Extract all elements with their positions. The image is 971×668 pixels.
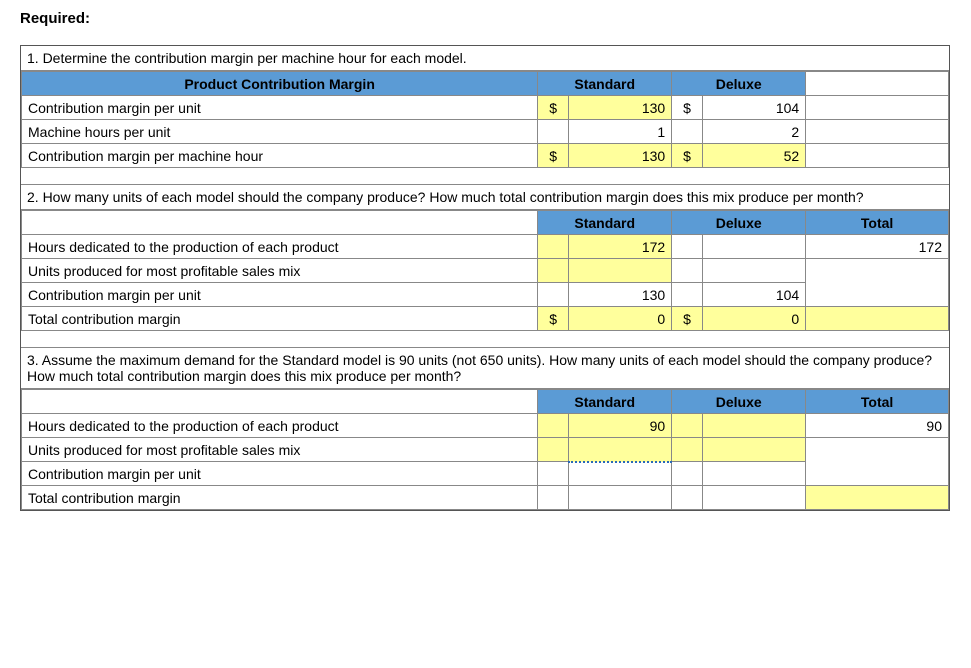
table-section1: Product Contribution Margin Standard Del… (21, 71, 949, 168)
deluxe-value[interactable]: 0 (702, 307, 805, 331)
row-label: Total contribution margin (22, 307, 538, 331)
deluxe-value: 2 (702, 120, 805, 144)
standard-value[interactable] (568, 259, 671, 283)
standard-currency[interactable] (538, 438, 569, 462)
standard-value (568, 486, 671, 510)
blank-cell (806, 120, 949, 144)
standard-value[interactable] (568, 438, 671, 462)
deluxe-currency (672, 259, 703, 283)
total-value (806, 438, 949, 462)
standard-currency (538, 120, 569, 144)
total-value: 90 (806, 414, 949, 438)
deluxe-currency[interactable]: $ (672, 307, 703, 331)
main-container: 1. Determine the contribution margin per… (20, 45, 950, 511)
col-header-blank (806, 72, 949, 96)
row-label: Contribution margin per unit (22, 96, 538, 120)
deluxe-value: 104 (702, 283, 805, 307)
col-header-deluxe: Deluxe (672, 211, 806, 235)
deluxe-value: 104 (702, 96, 805, 120)
total-value[interactable] (806, 486, 949, 510)
row-label: Units produced for most profitable sales… (22, 259, 538, 283)
col-header-total: Total (806, 390, 949, 414)
standard-currency (538, 462, 569, 486)
standard-currency[interactable] (538, 235, 569, 259)
col-header-standard: Standard (538, 211, 672, 235)
standard-value[interactable]: 90 (568, 414, 671, 438)
question-2: 2. How many units of each model should t… (21, 184, 949, 210)
deluxe-currency (672, 235, 703, 259)
standard-value: 130 (568, 283, 671, 307)
table-section3: Standard Deluxe Total Hours dedicated to… (21, 389, 949, 510)
col-header-standard: Standard (538, 72, 672, 96)
row-label: Machine hours per unit (22, 120, 538, 144)
deluxe-value (702, 486, 805, 510)
deluxe-currency (672, 120, 703, 144)
col-header-deluxe: Deluxe (672, 390, 806, 414)
standard-value (568, 462, 671, 486)
total-value (806, 283, 949, 307)
col-header-total: Total (806, 211, 949, 235)
deluxe-currency (672, 486, 703, 510)
deluxe-value[interactable] (702, 414, 805, 438)
blank-cell (806, 144, 949, 168)
standard-currency[interactable]: $ (538, 144, 569, 168)
total-value[interactable] (806, 307, 949, 331)
row-label: Total contribution margin (22, 486, 538, 510)
col-header-standard: Standard (538, 390, 672, 414)
row-label: Contribution margin per unit (22, 283, 538, 307)
deluxe-currency[interactable] (672, 414, 703, 438)
standard-value[interactable]: 130 (568, 96, 671, 120)
col-header-blank-label (22, 390, 538, 414)
deluxe-value[interactable] (702, 438, 805, 462)
row-label: Units produced for most profitable sales… (22, 438, 538, 462)
total-value: 172 (806, 235, 949, 259)
standard-value[interactable]: 0 (568, 307, 671, 331)
deluxe-value (702, 235, 805, 259)
col-header-pcm: Product Contribution Margin (22, 72, 538, 96)
standard-currency[interactable] (538, 259, 569, 283)
total-value (806, 259, 949, 283)
standard-currency (538, 486, 569, 510)
standard-currency[interactable]: $ (538, 307, 569, 331)
blank-cell (806, 96, 949, 120)
col-header-deluxe: Deluxe (672, 72, 806, 96)
total-value (806, 462, 949, 486)
table-section2: Standard Deluxe Total Hours dedicated to… (21, 210, 949, 331)
deluxe-currency: $ (672, 96, 703, 120)
standard-currency[interactable]: $ (538, 96, 569, 120)
standard-currency[interactable] (538, 414, 569, 438)
deluxe-currency (672, 462, 703, 486)
question-3: 3. Assume the maximum demand for the Sta… (21, 347, 949, 389)
standard-value[interactable]: 130 (568, 144, 671, 168)
standard-currency (538, 283, 569, 307)
standard-value[interactable]: 172 (568, 235, 671, 259)
page-heading: Required: (20, 10, 951, 27)
col-header-blank-label (22, 211, 538, 235)
row-label: Contribution margin per unit (22, 462, 538, 486)
row-label: Hours dedicated to the production of eac… (22, 235, 538, 259)
deluxe-value (702, 462, 805, 486)
row-label: Hours dedicated to the production of eac… (22, 414, 538, 438)
row-label: Contribution margin per machine hour (22, 144, 538, 168)
question-1: 1. Determine the contribution margin per… (21, 46, 949, 71)
deluxe-value (702, 259, 805, 283)
deluxe-currency[interactable] (672, 438, 703, 462)
standard-value: 1 (568, 120, 671, 144)
deluxe-value[interactable]: 52 (702, 144, 805, 168)
deluxe-currency (672, 283, 703, 307)
deluxe-currency[interactable]: $ (672, 144, 703, 168)
